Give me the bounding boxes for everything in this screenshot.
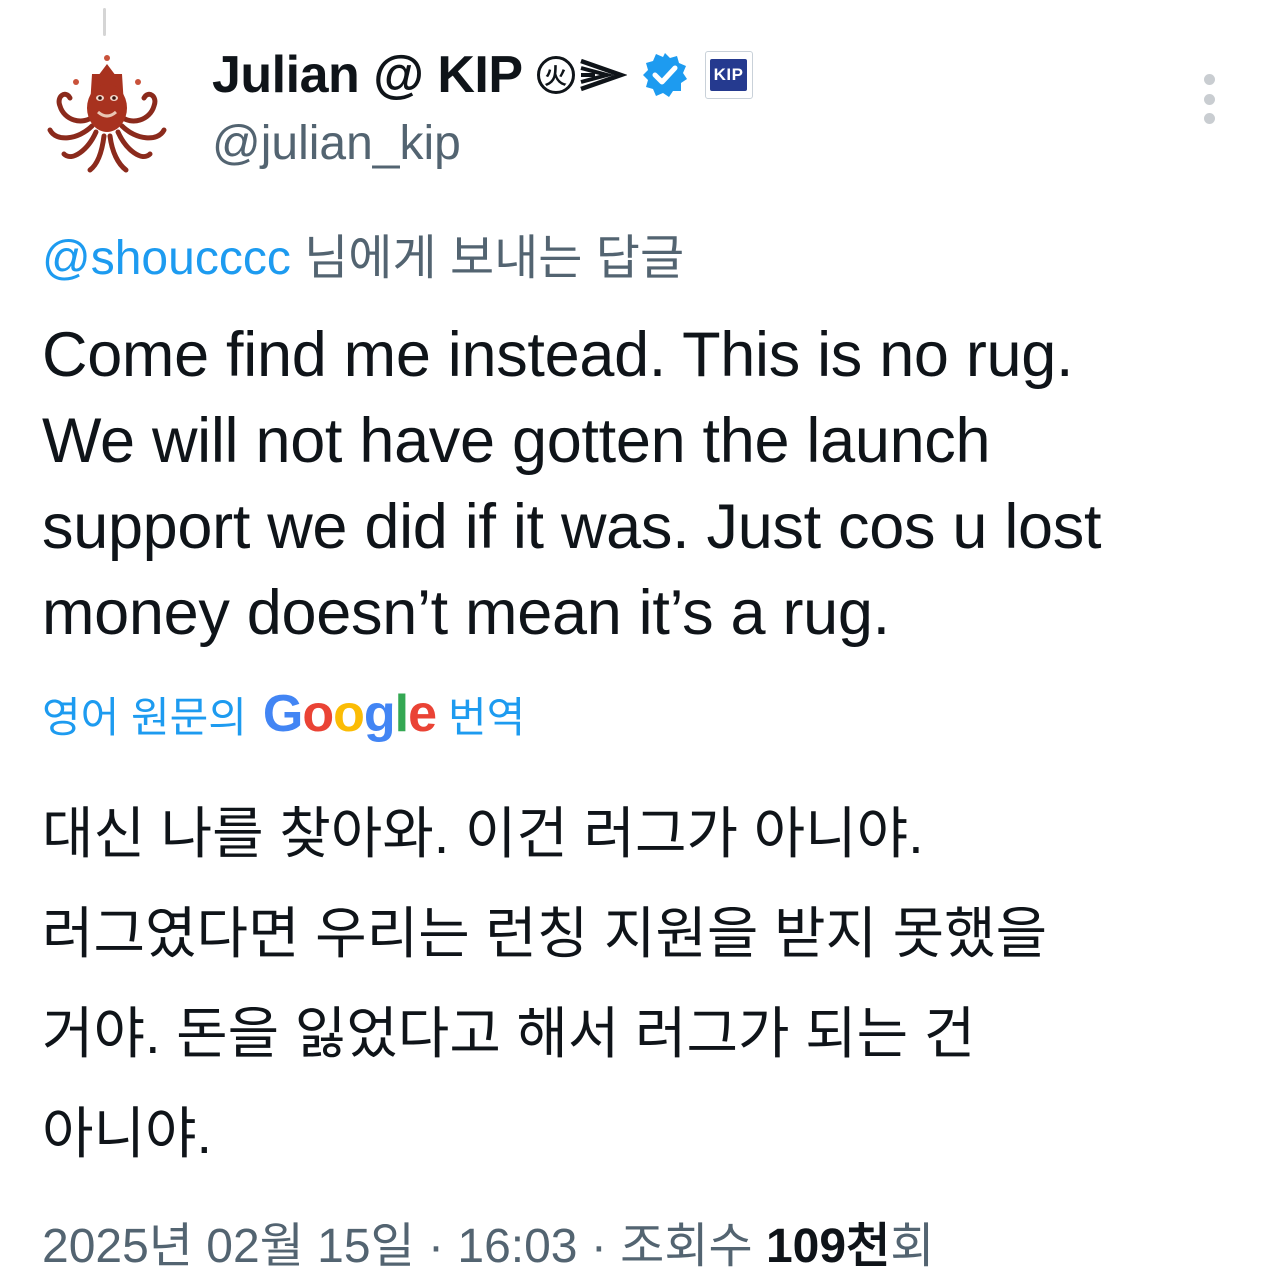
translated-line: 대신 나를 찾아와. 이건 러그가 아니야. — [42, 802, 924, 865]
tweet-metadata: 2025년 02월 15일 · 16:03 · 조회수 109천회 — [42, 1206, 934, 1276]
fire-circle-emoji-icon: 火 — [536, 56, 575, 94]
google-letter: G — [262, 685, 303, 743]
translated-line: 거야. 돈을 잃었다고 해서 러그가 되는 건 — [42, 1002, 976, 1065]
kip-badge-label: KIP — [709, 59, 748, 91]
translated-text: 대신 나를 찾아와. 이건 러그가 아니야. 러그였다면 우리는 런칭 지원을 … — [42, 784, 1242, 1184]
tweet-line: money doesn’t mean it’s a rug. — [42, 578, 890, 648]
author-handle[interactable]: @julian_kip — [212, 116, 461, 171]
more-dot — [1203, 74, 1215, 85]
scroll-indicator — [103, 8, 106, 36]
views-unit: 회 — [890, 1220, 935, 1273]
reply-mention-link[interactable]: @shoucccc — [42, 232, 291, 285]
more-options-icon[interactable] — [1196, 74, 1222, 124]
views-count[interactable]: 109천 — [766, 1220, 890, 1273]
tweet-line: Come find me instead. This is no rug. — [42, 320, 1074, 390]
author-name-row[interactable]: Julian @ KIP 火 KIP — [212, 44, 753, 106]
meta-separator: · — [414, 1220, 458, 1273]
arrow-emoji-icon — [579, 58, 627, 92]
tweet-text: Come find me instead. This is no rug. We… — [42, 312, 1242, 656]
avatar[interactable] — [42, 46, 172, 176]
tweet-card: Julian @ KIP 火 KIP @julian_kip @shoucccc… — [0, 0, 1274, 1280]
more-dot — [1203, 93, 1215, 105]
google-letter: o — [333, 685, 365, 743]
meta-separator: · — [577, 1220, 621, 1273]
more-dot — [1203, 113, 1215, 124]
translate-attribution[interactable]: 영어 원문의 Google 번역 — [42, 684, 525, 744]
replying-to: @shoucccc 님에게 보내는 답글 — [42, 218, 684, 288]
kip-affiliate-badge-icon[interactable]: KIP — [704, 51, 753, 99]
translated-line: 러그였다면 우리는 런칭 지원을 받지 못했을 — [42, 902, 1048, 965]
tweet-date[interactable]: 2025년 02월 15일 — [42, 1220, 415, 1273]
tweet-time[interactable]: 16:03 — [457, 1220, 577, 1273]
display-name[interactable]: Julian @ KIP — [212, 45, 523, 105]
translate-suffix: 번역 — [448, 693, 526, 741]
tweet-line: We will not have gotten the launch — [42, 406, 991, 476]
google-letter: e — [408, 685, 437, 743]
verified-badge-icon[interactable] — [641, 51, 689, 99]
octopus-avatar-icon — [42, 46, 172, 176]
google-letter: l — [394, 685, 409, 743]
translate-prefix: 영어 원문의 — [42, 693, 247, 741]
views-label: 조회수 — [620, 1220, 766, 1273]
tweet-line: support we did if it was. Just cos u los… — [42, 492, 1102, 562]
google-letter: o — [302, 685, 334, 743]
google-letter: g — [363, 685, 396, 743]
reply-suffix: 님에게 보내는 답글 — [290, 232, 685, 285]
google-logo: Google — [262, 684, 437, 744]
translated-line: 아니야. — [42, 1102, 213, 1165]
